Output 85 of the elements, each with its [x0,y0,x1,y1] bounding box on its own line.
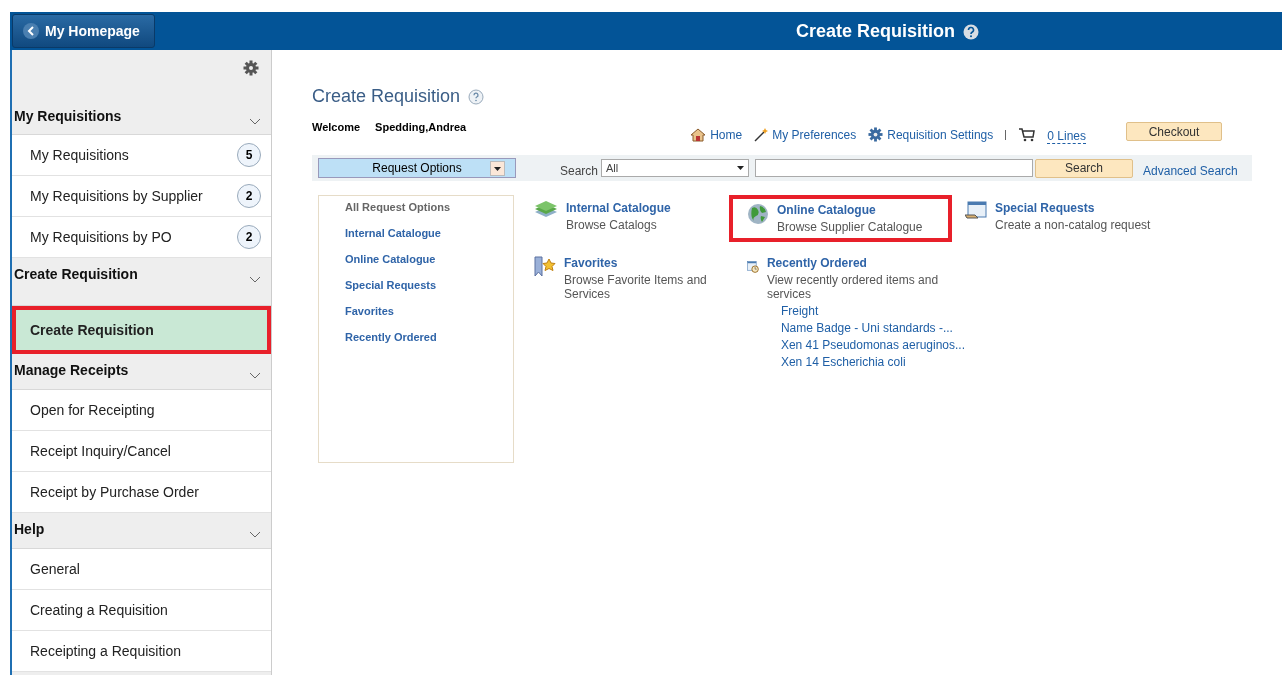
globe-icon [747,203,769,225]
menu-item[interactable]: Online Catalogue [345,253,513,265]
page-title: Create Requisition [312,86,461,107]
recent-item-link[interactable]: Freight [780,304,965,318]
count-badge: 2 [237,225,261,249]
divider-mark [1005,129,1008,140]
sidebar-item[interactable]: Creating a Requisition [12,590,271,631]
item-label: Create Requisition [30,322,154,338]
search-scope-select[interactable]: All [601,159,750,177]
item-label: My Requisitions by Supplier [30,188,203,204]
cart-icon [1019,127,1036,142]
count-badge: 5 [237,143,261,167]
back-icon [23,23,39,39]
item-label: Receipt by Purchase Order [30,484,199,500]
tile-title[interactable]: Favorites [564,256,739,270]
sidebar-item[interactable]: My Requisitions by PO 2 [12,217,271,258]
tile-description: Browse Supplier Catalogue [777,220,923,234]
section-title: My Requisitions [14,108,122,124]
tile-description: Create a non-catalog request [995,218,1151,232]
recent-item-link[interactable]: Xen 14 Escherichia coli [780,355,965,369]
recent-item-link[interactable]: Name Badge - Uni standards -... [780,321,965,335]
sidebar-item[interactable]: Receipt Inquiry/Cancel [12,431,271,472]
house-icon [690,127,707,142]
gear-icon[interactable] [243,60,259,76]
sidebar-item[interactable]: Open for Receipting [12,390,271,431]
request-tile[interactable]: Online Catalogue Browse Supplier Catalogue [729,195,953,242]
help-icon[interactable] [468,88,485,105]
chevron-down-icon[interactable] [249,118,261,126]
tile-title[interactable]: Online Catalogue [777,203,923,217]
chevron-down-icon[interactable] [249,531,261,539]
checkout-button[interactable]: Checkout [1126,122,1222,141]
sidebar-item[interactable]: Create Requisition [12,306,271,354]
count-badge: 2 [237,184,261,208]
menu-item[interactable]: Special Requests [345,279,513,291]
sidebar-item[interactable]: Receipt by Purchase Order [12,472,271,513]
sidebar-item[interactable]: Receipting a Requisition [12,631,271,672]
chevron-down-icon[interactable] [249,276,261,284]
menu-item[interactable]: Favorites [345,305,513,317]
chevron-down-icon[interactable] [249,372,261,380]
menu-item[interactable]: Internal Catalogue [345,227,513,239]
request-tile[interactable]: Recently Ordered View recently ordered items and services Freight Name Badge - Uni standards -... Xen 41 Pseudomonas aeruginos... Xen 14 Escherichia coli [747,250,965,375]
help-icon[interactable] [963,23,980,40]
item-label: Creating a Requisition [30,602,168,618]
request-options-dropdown[interactable]: Request Options [318,158,516,178]
caret-icon [494,166,501,171]
form-icon [965,201,987,221]
toolbar-link[interactable]: Requisition Settings [868,127,994,142]
request-tile[interactable]: Special Requests Create a non-catalog request [965,195,1195,242]
sidebar-item[interactable]: My Requisitions by Supplier 2 [12,176,271,217]
wand-icon [754,127,769,142]
item-label: My Requisitions [30,147,129,163]
tile-description: Browse Favorite Items and Services [564,273,708,301]
menu-item[interactable]: Recently Ordered [345,331,513,343]
search-button[interactable]: Search [1035,158,1134,178]
advanced-search-link[interactable]: Advanced Search [1143,158,1238,178]
gear-icon[interactable] [868,127,884,142]
item-label: General [30,561,80,577]
request-tile[interactable]: Favorites Browse Favorite Items and Services [534,250,747,375]
tile-title[interactable]: Internal Catalogue [566,201,671,215]
tile-description: View recently ordered items and services [766,273,940,301]
tile-title[interactable]: Recently Ordered [766,256,965,270]
item-label: Open for Receipting [30,402,155,418]
cart-link[interactable]: 0 Lines [1047,129,1086,144]
toolbar-link[interactable]: My Preferences [754,127,857,142]
search-label: Search [560,163,599,178]
back-button[interactable]: My Homepage [12,14,155,48]
caret-icon [737,166,745,170]
item-label: Receipt Inquiry/Cancel [30,443,171,459]
section-title: Create Requisition [14,266,138,282]
user-name: Spedding,Andrea [375,121,467,133]
toolbar-link[interactable]: Home [690,127,743,142]
sidebar-item[interactable]: General [12,549,271,590]
item-label: My Requisitions by PO [30,229,172,245]
search-field[interactable] [755,159,1034,177]
section-title: Help [14,521,45,537]
bookmark-star-icon [534,256,556,278]
recent-item-link[interactable]: Xen 41 Pseudomonas aeruginos... [780,338,965,352]
header-title: Create Requisition [796,21,956,42]
tile-title[interactable]: Special Requests [995,201,1151,215]
menu-item[interactable]: All Request Options [345,201,513,213]
welcome-label: Welcome [312,121,361,133]
item-label: Receipting a Requisition [30,643,181,659]
section-title: Manage Receipts [14,362,129,378]
tile-description: Browse Catalogs [566,218,658,232]
sidebar-item[interactable]: My Requisitions 5 [12,135,271,176]
